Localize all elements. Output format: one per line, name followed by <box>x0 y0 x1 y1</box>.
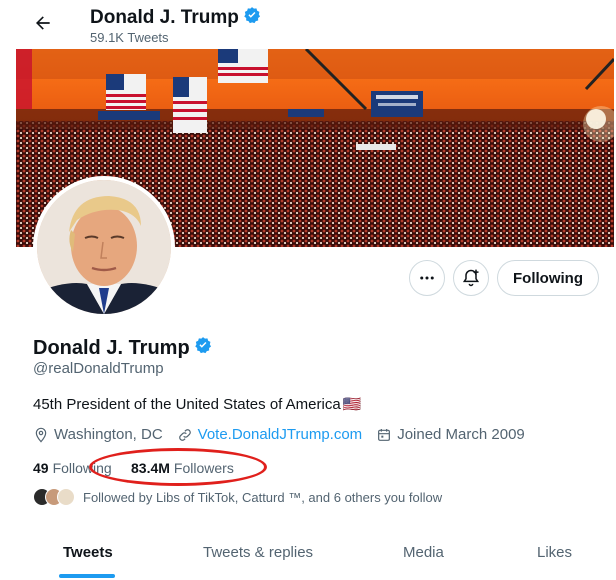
header-name: Donald J. Trump <box>90 7 239 28</box>
followers-stat[interactable]: 83.4M Followers <box>131 460 234 476</box>
tab-tweets-replies[interactable]: Tweets & replies <box>203 544 313 561</box>
profile-name: Donald J. Trump <box>33 336 190 359</box>
us-flag-emoji: 🇺🇸 <box>342 396 362 413</box>
more-button[interactable] <box>409 260 445 296</box>
calendar-icon <box>378 428 391 441</box>
tab-media[interactable]: Media <box>403 544 444 561</box>
profile-tabs: Tweets Tweets & replies Media Likes <box>16 530 614 580</box>
tab-tweets[interactable]: Tweets <box>63 544 113 561</box>
joined-date: Joined March 2009 <box>376 426 525 443</box>
header-title: Donald J. Trump <box>90 6 261 30</box>
followed-by[interactable]: Followed by Libs of TikTok, Catturd ™, a… <box>33 488 442 506</box>
bell-plus-icon <box>462 269 480 287</box>
followed-by-text: Followed by Libs of TikTok, Catturd ™, a… <box>83 489 443 505</box>
bio-text: 45th President of the United States of A… <box>33 395 341 413</box>
profile-bio: 45th President of the United States of A… <box>33 395 362 414</box>
following-label: Following <box>52 460 112 476</box>
following-button[interactable]: Following <box>497 260 599 296</box>
mini-avatar <box>57 488 75 506</box>
back-arrow-icon[interactable] <box>30 10 56 36</box>
top-bar: Donald J. Trump 59.1K Tweets <box>0 0 616 48</box>
location-text: Washington, DC <box>54 426 163 443</box>
tab-likes[interactable]: Likes <box>537 544 572 561</box>
website-link[interactable]: Vote.DonaldJTrump.com <box>198 426 363 443</box>
verified-badge-icon <box>194 336 212 360</box>
active-tab-indicator <box>59 574 115 578</box>
follow-stats: 49 Following 83.4M Followers <box>33 460 234 476</box>
verified-badge-icon <box>243 6 261 30</box>
tweet-count: 59.1K Tweets <box>90 30 169 45</box>
website[interactable]: Vote.DonaldJTrump.com <box>177 426 363 443</box>
follower-avatars <box>33 488 75 506</box>
location-pin-icon <box>35 427 47 443</box>
followers-label: Followers <box>173 460 234 476</box>
profile-meta: Washington, DC Vote.DonaldJTrump.com Joi… <box>33 426 539 443</box>
link-icon <box>178 428 191 441</box>
joined-text: Joined March 2009 <box>397 426 525 443</box>
following-count: 49 <box>33 460 49 476</box>
followers-count: 83.4M <box>131 460 170 476</box>
location: Washington, DC <box>33 426 163 443</box>
more-dots-icon <box>420 276 434 280</box>
profile-handle: @realDonaldTrump <box>33 360 164 377</box>
following-stat[interactable]: 49 Following <box>33 460 131 476</box>
notifications-button[interactable] <box>453 260 489 296</box>
profile-avatar[interactable] <box>33 176 175 318</box>
profile-name-row: Donald J. Trump <box>33 336 212 360</box>
